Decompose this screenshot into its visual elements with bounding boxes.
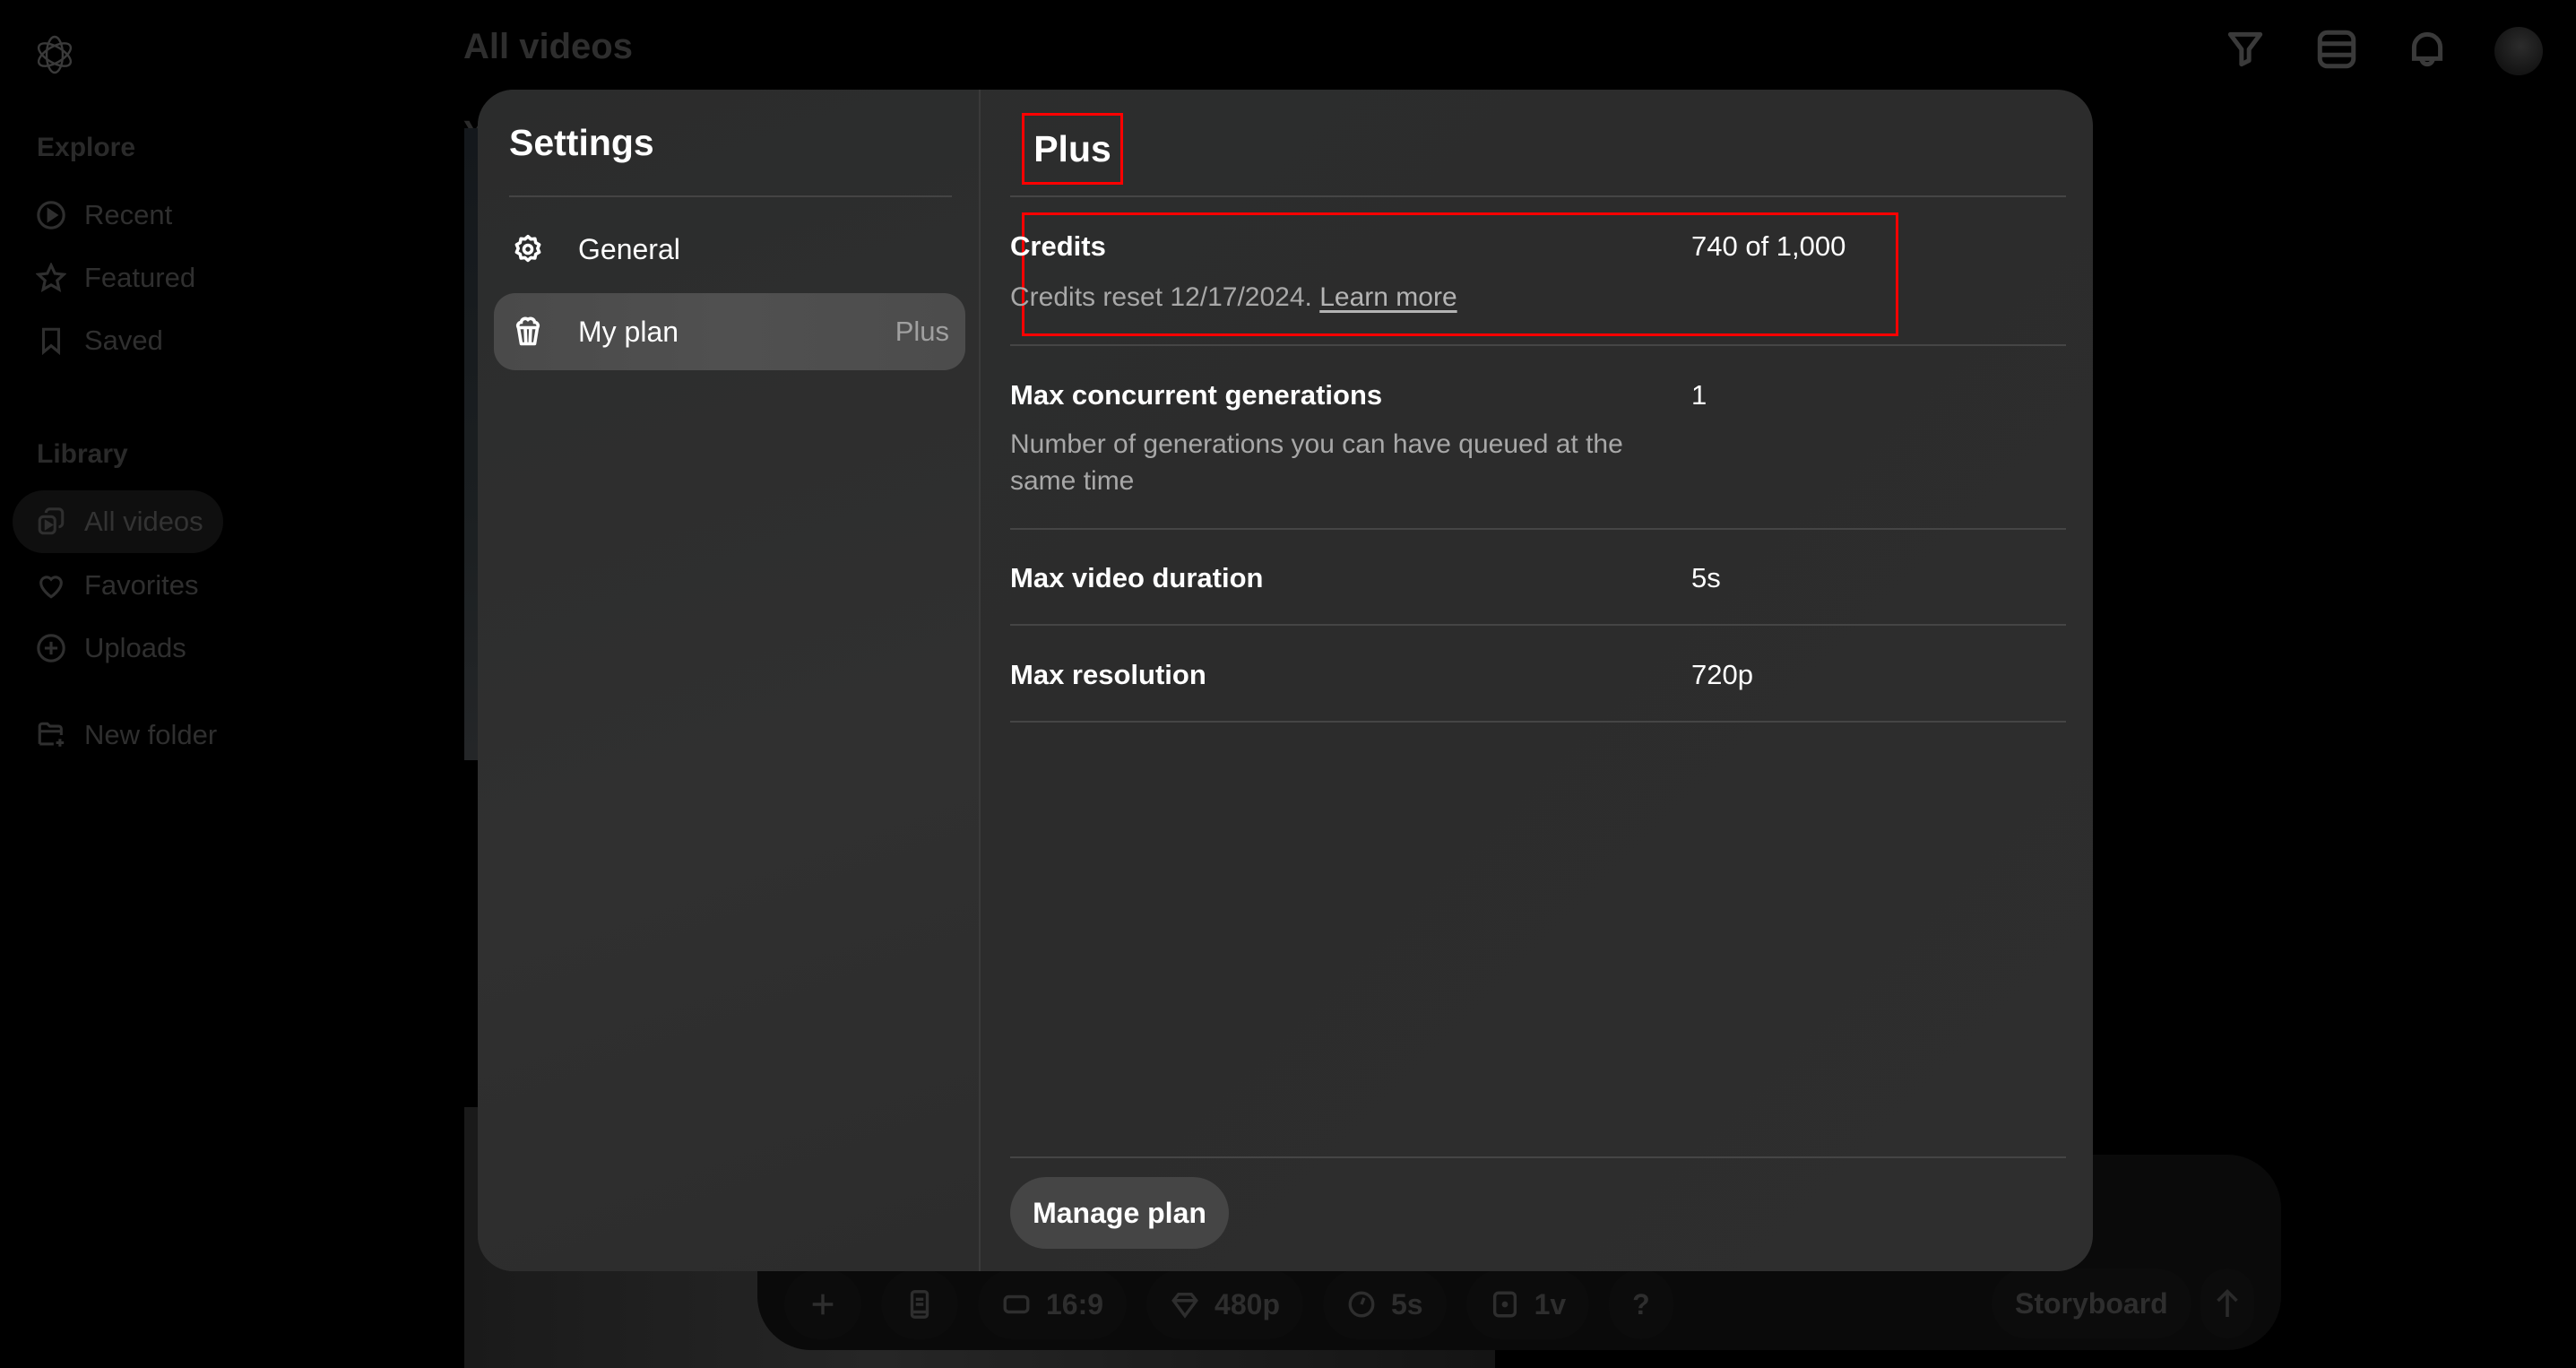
row-label: Max video duration xyxy=(1010,562,1264,593)
variations-button[interactable]: 1v xyxy=(1465,1269,1590,1339)
variations-label: 1v xyxy=(1534,1287,1567,1320)
sidebar-item-label: Uploads xyxy=(84,632,186,663)
prompt-toolbar: 16:9 480p 5s 1v ? xyxy=(757,1268,1673,1340)
divider xyxy=(1010,624,2066,626)
concurrent-value: 1 xyxy=(1691,379,1707,411)
heart-icon xyxy=(39,576,63,599)
explore-heading: Explore xyxy=(37,133,136,162)
credits-value: 740 of 1,000 xyxy=(1691,230,1846,262)
sidebar-item-label: All videos xyxy=(84,506,203,537)
duration-label: 5s xyxy=(1390,1287,1423,1320)
videos-stack-icon xyxy=(38,507,65,535)
list-view-icon[interactable] xyxy=(2314,27,2359,72)
gear-icon xyxy=(510,231,546,267)
row-label: Max concurrent generations xyxy=(1010,379,1383,411)
new-folder-button[interactable]: New folder xyxy=(13,704,237,766)
sidebar-item-recent[interactable]: Recent xyxy=(13,184,192,247)
folder-plus-icon xyxy=(38,722,65,747)
bell-icon[interactable] xyxy=(2405,27,2450,72)
divider xyxy=(1010,344,2066,346)
sidebar-item-featured[interactable]: Featured xyxy=(13,247,215,309)
timer-icon xyxy=(1348,1291,1375,1318)
duration-button[interactable]: 5s xyxy=(1322,1269,1447,1339)
plan-badge: Plus xyxy=(895,316,949,347)
plan-title: Plus xyxy=(1033,127,1111,169)
row-label: Max resolution xyxy=(1010,659,1206,690)
play-circle-icon xyxy=(37,201,65,229)
sidebar-item-saved[interactable]: Saved xyxy=(13,309,183,372)
page-title: All videos xyxy=(463,27,633,66)
add-media-button[interactable] xyxy=(784,1269,861,1339)
variations-icon xyxy=(1492,1291,1517,1318)
row-description: Credits reset 12/17/2024. Learn more xyxy=(1010,279,1691,316)
divider xyxy=(1010,721,2066,723)
openai-logo-icon[interactable] xyxy=(32,32,77,77)
manage-plan-button[interactable]: Manage plan xyxy=(1010,1177,1229,1249)
settings-nav-pane: Settings General My plan Plus xyxy=(478,90,981,1271)
plus-circle-icon xyxy=(37,634,65,662)
sidebar-item-label: Favorites xyxy=(84,569,199,601)
sidebar-item-label: Featured xyxy=(84,262,196,293)
plan-details-pane: Plus Credits 740 of 1,000 Credits reset … xyxy=(981,90,2093,1271)
resolution-label: 480p xyxy=(1215,1287,1280,1320)
sidebar-item-all-videos[interactable]: All videos xyxy=(13,490,223,553)
nav-item-general[interactable]: General xyxy=(494,211,965,288)
nav-item-label: General xyxy=(578,232,680,265)
divider xyxy=(1010,528,2066,530)
learn-more-link[interactable]: Learn more xyxy=(1319,282,1457,312)
nav-item-label: My plan xyxy=(578,315,679,348)
nav-item-my-plan[interactable]: My plan Plus xyxy=(494,293,965,370)
divider xyxy=(1010,195,2066,197)
modal-title: Settings xyxy=(509,122,654,163)
new-folder-label: New folder xyxy=(84,719,218,750)
plus-icon xyxy=(812,1294,834,1315)
diamond-icon xyxy=(1171,1292,1198,1319)
sidebar-item-label: Saved xyxy=(84,325,163,356)
storyboard-button[interactable]: Storyboard xyxy=(1992,1268,2191,1338)
row-description: Number of generations you can have queue… xyxy=(1010,429,1623,496)
divider xyxy=(509,195,952,197)
popcorn-icon xyxy=(510,314,546,350)
bookmark-icon xyxy=(41,327,61,356)
plan-title-highlight: Plus xyxy=(1022,113,1123,185)
sidebar-item-favorites[interactable]: Favorites xyxy=(13,554,218,617)
filter-icon[interactable] xyxy=(2223,27,2268,72)
preset-icon xyxy=(910,1290,929,1319)
row-label: Credits xyxy=(1010,230,1106,262)
library-heading: Library xyxy=(37,439,128,469)
preset-button[interactable] xyxy=(881,1269,958,1339)
sidebar-item-uploads[interactable]: Uploads xyxy=(13,617,206,680)
resolution-value: 720p xyxy=(1691,659,1753,690)
star-icon xyxy=(36,263,66,292)
help-button[interactable]: ? xyxy=(1609,1269,1673,1339)
help-icon: ? xyxy=(1632,1287,1650,1320)
resolution-button[interactable]: 480p xyxy=(1146,1269,1303,1339)
send-button[interactable] xyxy=(2200,1268,2254,1338)
aspect-ratio-button[interactable]: 16:9 xyxy=(978,1269,1128,1339)
credits-reset-text: Credits reset 12/17/2024. xyxy=(1010,282,1312,312)
avatar[interactable] xyxy=(2494,27,2543,75)
sidebar-item-label: Recent xyxy=(84,199,173,230)
duration-value: 5s xyxy=(1691,562,1721,593)
arrow-up-icon xyxy=(2217,1288,2238,1317)
aspect-ratio-label: 16:9 xyxy=(1046,1287,1104,1320)
footer-divider xyxy=(1010,1156,2066,1158)
settings-modal: Settings General My plan Plus Plus Credi… xyxy=(478,90,2093,1271)
aspect-ratio-icon xyxy=(1003,1294,1030,1314)
